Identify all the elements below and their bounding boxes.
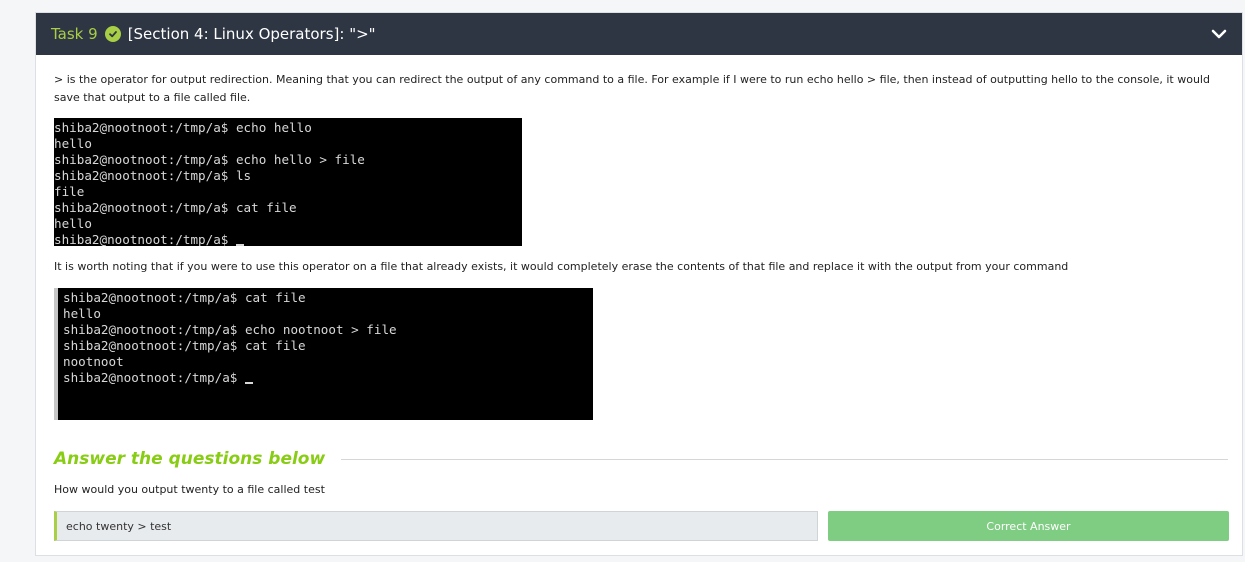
terminal-line: hello bbox=[54, 216, 92, 231]
correct-answer-button[interactable]: Correct Answer bbox=[828, 511, 1229, 541]
task-number: Task 9 bbox=[51, 25, 98, 43]
task-title: [Section 4: Linux Operators]: ">" bbox=[127, 25, 376, 43]
terminal-line: shiba2@nootnoot:/tmp/a$ cat file bbox=[54, 200, 297, 215]
task-card: Task 9 [Section 4: Linux Operators]: ">"… bbox=[35, 12, 1243, 556]
terminal-screenshot-2: shiba2@nootnoot:/tmp/a$ cat file hello shi… bbox=[54, 288, 593, 420]
terminal-line: file bbox=[54, 184, 85, 199]
terminal-line: hello bbox=[63, 306, 101, 321]
terminal-line: nootnoot bbox=[63, 354, 124, 369]
terminal-line: shiba2@nootnoot:/tmp/a$ cat file bbox=[63, 338, 306, 353]
answers-section-header: Answer the questions below bbox=[54, 447, 1228, 471]
terminal-screenshot-1: shiba2@nootnoot:/tmp/a$ echo hello hello s… bbox=[54, 118, 522, 246]
answers-heading: Answer the questions below bbox=[54, 449, 326, 469]
terminal-line: hello bbox=[54, 136, 92, 151]
terminal-line: shiba2@nootnoot:/tmp/a$ echo nootnoot > … bbox=[63, 322, 397, 337]
answer-input[interactable] bbox=[54, 511, 818, 541]
terminal-line: shiba2@nootnoot:/tmp/a$ echo hello bbox=[54, 120, 312, 135]
question-text: How would you output twenty to a file ca… bbox=[54, 483, 325, 496]
answer-row: Correct Answer bbox=[54, 511, 1229, 541]
terminal-prompt-line: shiba2@nootnoot:/tmp/a$ bbox=[54, 232, 522, 246]
terminal-cursor bbox=[235, 244, 244, 246]
terminal-line: shiba2@nootnoot:/tmp/a$ echo hello > fil… bbox=[54, 152, 365, 167]
terminal-cursor bbox=[244, 382, 253, 384]
divider bbox=[341, 458, 1228, 460]
task-body: > is the operator for output redirection… bbox=[36, 55, 1242, 107]
terminal-line: shiba2@nootnoot:/tmp/a$ bbox=[54, 232, 236, 246]
terminal-line: shiba2@nootnoot:/tmp/a$ ls bbox=[54, 168, 252, 183]
terminal-line: shiba2@nootnoot:/tmp/a$ bbox=[63, 370, 245, 385]
paragraph-overwrite-note: It is worth noting that if you were to u… bbox=[54, 260, 1069, 273]
chevron-down-icon[interactable] bbox=[1210, 25, 1228, 43]
terminal-prompt-line: shiba2@nootnoot:/tmp/a$ bbox=[63, 370, 593, 386]
task-header[interactable]: Task 9 [Section 4: Linux Operators]: ">" bbox=[36, 13, 1242, 55]
paragraph-output-redirection: > is the operator for output redirection… bbox=[54, 73, 1210, 104]
check-circle-icon bbox=[104, 26, 121, 42]
terminal-line: shiba2@nootnoot:/tmp/a$ cat file bbox=[63, 290, 306, 305]
